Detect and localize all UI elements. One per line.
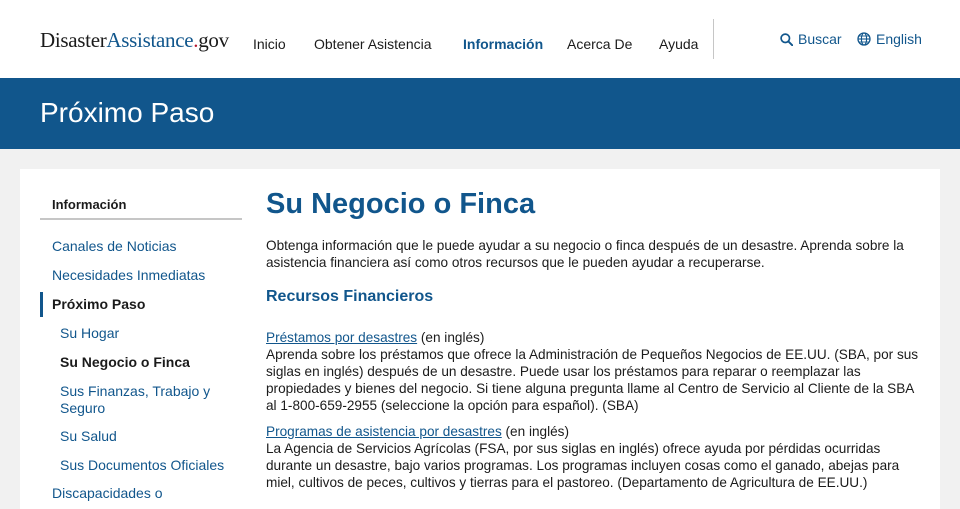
sidebar-item-proximo-paso[interactable]: Próximo Paso <box>52 296 222 313</box>
nav-item-inicio[interactable]: Inicio <box>253 36 286 52</box>
nav-item-obtener-asistencia[interactable]: Obtener Asistencia <box>314 36 432 52</box>
logo-part-assistance: Assistance <box>106 28 194 52</box>
resource-link-prestamos[interactable]: Préstamos por desastres <box>266 330 417 345</box>
sidebar-item-su-salud[interactable]: Su Salud <box>60 428 230 445</box>
sidebar-item-sus-documentos-oficiales[interactable]: Sus Documentos Oficiales <box>60 457 230 474</box>
search-button[interactable]: Buscar <box>780 31 842 47</box>
sidebar-current-marker <box>40 292 43 317</box>
nav-item-acerca-de[interactable]: Acerca De <box>567 36 632 52</box>
search-icon <box>780 32 793 46</box>
resource-link-programas-asistencia[interactable]: Programas de asistencia por desastres <box>266 424 502 439</box>
sidebar-item-necesidades-inmediatas[interactable]: Necesidades Inmediatas <box>52 267 222 284</box>
globe-icon <box>857 32 871 46</box>
language-toggle[interactable]: English <box>857 31 922 47</box>
resource-note: (en inglés) <box>417 330 485 345</box>
logo-part-gov: gov <box>198 28 229 52</box>
resource-description: Aprenda sobre los préstamos que ofrece l… <box>266 347 919 413</box>
nav-item-ayuda[interactable]: Ayuda <box>659 36 698 52</box>
site-header: DisasterAssistance.gov Inicio Obtener As… <box>0 0 960 78</box>
banner-title: Próximo Paso <box>40 97 215 128</box>
page-title: Su Negocio o Finca <box>266 188 536 220</box>
site-logo[interactable]: DisasterAssistance.gov <box>40 28 229 52</box>
resource-note: (en inglés) <box>501 424 569 439</box>
sidebar-item-canales-de-noticias[interactable]: Canales de Noticias <box>52 238 222 255</box>
resource-item: Programas de asistencia por desastres (e… <box>266 423 926 491</box>
section-title-recursos-financieros: Recursos Financieros <box>266 288 434 305</box>
language-label: English <box>876 31 922 47</box>
sidebar-item-discapacidades[interactable]: Discapacidades o <box>52 485 222 502</box>
sidebar-item-su-negocio-o-finca[interactable]: Su Negocio o Finca <box>60 354 230 371</box>
page-banner: Próximo Paso <box>0 78 960 149</box>
logo-part-disaster: Disaster <box>40 28 107 52</box>
resource-description: La Agencia de Servicios Agrícolas (FSA, … <box>266 441 900 490</box>
sidebar-item-su-hogar[interactable]: Su Hogar <box>60 325 230 342</box>
sidebar-heading[interactable]: Información <box>52 197 242 212</box>
sidebar-divider <box>40 218 242 220</box>
nav-item-informacion[interactable]: Información <box>463 36 543 52</box>
sidebar-item-sus-finanzas[interactable]: Sus Finanzas, Trabajo y Seguro <box>60 383 220 417</box>
intro-paragraph: Obtenga información que le puede ayudar … <box>266 238 904 270</box>
resource-item: Préstamos por desastres (en inglés) Apre… <box>266 329 926 414</box>
nav-divider <box>713 19 714 59</box>
search-label: Buscar <box>798 31 842 47</box>
